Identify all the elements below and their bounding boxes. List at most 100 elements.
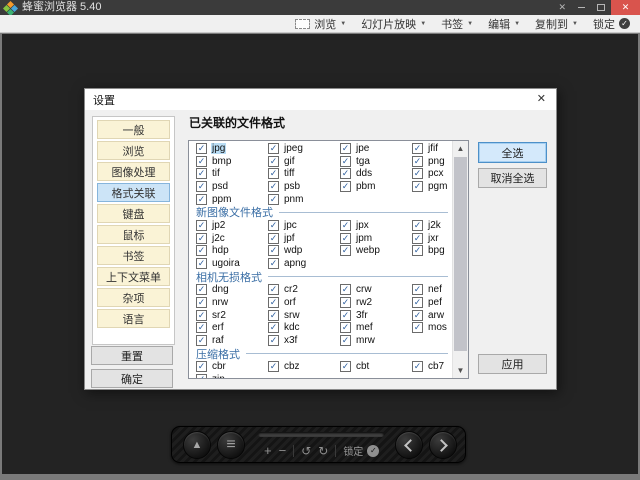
checkbox-checked-icon[interactable]: ✓ [196, 233, 207, 244]
format-checkbox-nef[interactable]: ✓nef [412, 283, 452, 296]
rotate-left-button[interactable]: ↺ [301, 445, 311, 457]
checkbox-checked-icon[interactable]: ✓ [196, 245, 207, 256]
checkbox-checked-icon[interactable]: ✓ [268, 181, 279, 192]
format-checkbox-jxr[interactable]: ✓jxr [412, 232, 452, 245]
zoom-out-button[interactable]: − [279, 444, 287, 457]
sidebar-item-鼠标[interactable]: 鼠标 [97, 225, 170, 244]
format-checkbox-jpc[interactable]: ✓jpc [268, 219, 340, 232]
zoom-slider[interactable] [258, 432, 384, 437]
eject-button[interactable]: ▲ [183, 431, 211, 459]
checkbox-checked-icon[interactable]: ✓ [196, 322, 207, 333]
checkbox-checked-icon[interactable]: ✓ [196, 220, 207, 231]
format-checkbox-bpg[interactable]: ✓bpg [412, 245, 452, 258]
checkbox-checked-icon[interactable]: ✓ [268, 258, 279, 269]
format-checkbox-jp2[interactable]: ✓jp2 [196, 219, 268, 232]
format-checkbox-jpf[interactable]: ✓jpf [268, 232, 340, 245]
format-checkbox-dds[interactable]: ✓dds [340, 168, 412, 181]
toolbar-lock-toggle[interactable]: 锁定 ✓ [593, 15, 630, 32]
checkbox-checked-icon[interactable]: ✓ [268, 220, 279, 231]
menu-copy-to[interactable]: 复制到 ▼ [535, 15, 578, 32]
checkbox-checked-icon[interactable]: ✓ [412, 181, 423, 192]
checkbox-checked-icon[interactable]: ✓ [340, 233, 351, 244]
checkbox-checked-icon[interactable]: ✓ [268, 310, 279, 321]
checkbox-checked-icon[interactable]: ✓ [340, 284, 351, 295]
checkbox-checked-icon[interactable]: ✓ [196, 168, 207, 179]
format-checkbox-jpeg[interactable]: ✓jpeg [268, 142, 340, 155]
checkbox-checked-icon[interactable]: ✓ [412, 156, 423, 167]
select-all-button[interactable]: 全选 [478, 142, 547, 163]
checkbox-checked-icon[interactable]: ✓ [412, 245, 423, 256]
format-checkbox-arw[interactable]: ✓arw [412, 309, 452, 322]
apply-button[interactable]: 应用 [478, 354, 547, 374]
format-checkbox-bmp[interactable]: ✓bmp [196, 155, 268, 168]
format-checkbox-pcx[interactable]: ✓pcx [412, 168, 452, 181]
sidebar-item-键盘[interactable]: 键盘 [97, 204, 170, 223]
format-checkbox-gif[interactable]: ✓gif [268, 155, 340, 168]
sidebar-item-语言[interactable]: 语言 [97, 309, 170, 328]
checkbox-checked-icon[interactable]: ✓ [340, 297, 351, 308]
format-checkbox-mef[interactable]: ✓mef [340, 322, 412, 335]
checkbox-checked-icon[interactable]: ✓ [340, 156, 351, 167]
checkbox-checked-icon[interactable]: ✓ [196, 335, 207, 346]
format-checkbox-erf[interactable]: ✓erf [196, 322, 268, 335]
checkbox-checked-icon[interactable]: ✓ [196, 374, 207, 378]
format-checkbox-j2c[interactable]: ✓j2c [196, 232, 268, 245]
sidebar-item-格式关联[interactable]: 格式关联 [97, 183, 170, 202]
format-checkbox-hdp[interactable]: ✓hdp [196, 245, 268, 258]
close-button[interactable]: ✕ [611, 0, 640, 15]
deselect-all-button[interactable]: 取消全选 [478, 168, 547, 188]
format-checkbox-jfif[interactable]: ✓jfif [412, 142, 452, 155]
checkbox-checked-icon[interactable]: ✓ [412, 233, 423, 244]
previous-image-button[interactable] [395, 431, 423, 459]
zoom-in-button[interactable]: + [264, 444, 272, 457]
format-checkbox-mrw[interactable]: ✓mrw [340, 334, 412, 347]
format-checkbox-cb7[interactable]: ✓cb7 [412, 360, 452, 373]
checkbox-checked-icon[interactable]: ✓ [268, 143, 279, 154]
format-checkbox-apng[interactable]: ✓apng [268, 257, 340, 270]
menu-slideshow[interactable]: 幻灯片放映 ▼ [361, 15, 426, 32]
checkbox-checked-icon[interactable]: ✓ [340, 220, 351, 231]
menu-bookmarks[interactable]: 书签 ▼ [441, 15, 473, 32]
format-checkbox-srw[interactable]: ✓srw [268, 309, 340, 322]
format-checkbox-j2k[interactable]: ✓j2k [412, 219, 452, 232]
format-checkbox-pnm[interactable]: ✓pnm [268, 193, 340, 206]
scrollbar-thumb[interactable] [454, 157, 467, 351]
dialog-titlebar[interactable]: 设置 ✕ [85, 89, 556, 110]
checkbox-checked-icon[interactable]: ✓ [340, 335, 351, 346]
format-checkbox-tiff[interactable]: ✓tiff [268, 168, 340, 181]
maximize-button[interactable] [591, 0, 611, 15]
sidebar-item-图像处理[interactable]: 图像处理 [97, 162, 170, 181]
format-checkbox-wdp[interactable]: ✓wdp [268, 245, 340, 258]
checkbox-checked-icon[interactable]: ✓ [196, 284, 207, 295]
checkbox-checked-icon[interactable]: ✓ [412, 143, 423, 154]
menu-edit[interactable]: 编辑 ▼ [488, 15, 520, 32]
format-checkbox-tif[interactable]: ✓tif [196, 168, 268, 181]
checkbox-checked-icon[interactable]: ✓ [196, 156, 207, 167]
scroll-down-icon[interactable]: ▼ [453, 363, 468, 378]
format-checkbox-tga[interactable]: ✓tga [340, 155, 412, 168]
checkbox-checked-icon[interactable]: ✓ [268, 284, 279, 295]
checkbox-checked-icon[interactable]: ✓ [268, 194, 279, 205]
checkbox-checked-icon[interactable]: ✓ [340, 322, 351, 333]
window-titlebar[interactable]: 蜂蜜浏览器 5.40 ✕ ✕ [0, 0, 640, 15]
format-checkbox-psd[interactable]: ✓psd [196, 180, 268, 193]
format-checkbox-mos[interactable]: ✓mos [412, 322, 452, 335]
sidebar-item-浏览[interactable]: 浏览 [97, 141, 170, 160]
sidebar-item-上下文菜单[interactable]: 上下文菜单 [97, 267, 170, 286]
checkbox-checked-icon[interactable]: ✓ [412, 310, 423, 321]
dialog-close-icon[interactable]: ✕ [535, 89, 548, 110]
format-checkbox-cbr[interactable]: ✓cbr [196, 360, 268, 373]
format-checkbox-png[interactable]: ✓png [412, 155, 452, 168]
format-checkbox-crw[interactable]: ✓crw [340, 283, 412, 296]
format-checkbox-kdc[interactable]: ✓kdc [268, 322, 340, 335]
format-checkbox-pbm[interactable]: ✓pbm [340, 180, 412, 193]
checkbox-checked-icon[interactable]: ✓ [196, 181, 207, 192]
scroll-up-icon[interactable]: ▲ [453, 141, 468, 156]
format-checkbox-3fr[interactable]: ✓3fr [340, 309, 412, 322]
checkbox-checked-icon[interactable]: ✓ [268, 156, 279, 167]
format-checkbox-nrw[interactable]: ✓nrw [196, 296, 268, 309]
ok-button[interactable]: 确定 [91, 369, 173, 388]
format-checkbox-cr2[interactable]: ✓cr2 [268, 283, 340, 296]
format-checkbox-pgm[interactable]: ✓pgm [412, 180, 452, 193]
bottombar-lock-toggle[interactable]: 锁定 ✓ [343, 443, 379, 458]
